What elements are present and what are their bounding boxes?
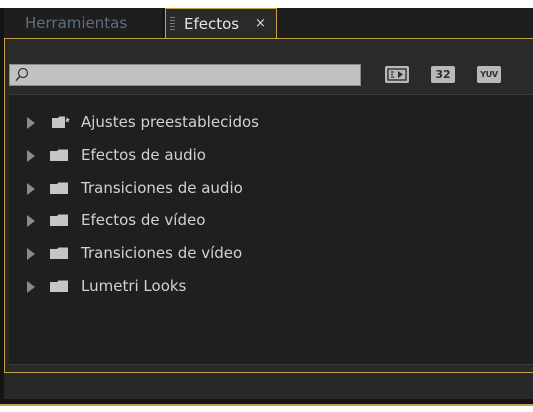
effects-tree: Ajustes preestablecidos Efectos de audio… [9,94,533,365]
32bit-color-button[interactable]: 32 [431,66,455,83]
tab-herramientas[interactable]: Herramientas [4,8,164,38]
panel-bottom-bar [4,372,533,399]
search-field[interactable] [9,64,361,86]
tab-efectos[interactable]: Efectos × [165,8,277,38]
tree-item-label: Efectos de vídeo [81,211,206,229]
tree-item-transiciones-de-video[interactable]: Transiciones de vídeo [9,240,533,266]
tab-herramientas-label: Herramientas [25,14,128,32]
folder-icon [50,280,68,292]
accelerated-effects-icon [387,68,407,81]
preset-folder-icon [52,116,70,128]
close-icon[interactable]: × [255,9,266,39]
expand-triangle-icon[interactable] [27,281,35,293]
tree-item-lumetri-looks[interactable]: Lumetri Looks [9,273,533,299]
32bit-label: 32 [435,68,451,81]
tree-item-ajustes-preestablecidos[interactable]: Ajustes preestablecidos [9,109,533,135]
folder-icon [50,247,68,259]
search-input[interactable] [32,66,352,84]
tree-item-transiciones-de-audio[interactable]: Transiciones de audio [9,175,533,201]
expand-triangle-icon[interactable] [27,215,35,227]
tab-efectos-label: Efectos [184,15,240,33]
folder-icon [50,214,68,226]
accelerated-effects-button[interactable] [385,66,409,83]
tree-item-efectos-de-audio[interactable]: Efectos de audio [9,142,533,168]
tab-grip-icon[interactable] [170,17,175,31]
yuv-label: YUV [480,70,498,79]
yuv-effects-button[interactable]: YUV [477,66,501,83]
tree-item-label: Lumetri Looks [81,277,187,295]
search-icon [15,67,29,82]
screenshot-root: Herramientas Efectos × 32 YUV Ajustes pr… [0,0,533,412]
tree-item-label: Efectos de audio [81,146,206,164]
tree-item-label: Transiciones de audio [81,179,243,197]
folder-icon [50,149,68,161]
panel-tab-bar: Herramientas Efectos × [4,8,533,38]
expand-triangle-icon[interactable] [27,150,35,162]
folder-icon [50,182,68,194]
expand-triangle-icon[interactable] [27,248,35,260]
tree-item-label: Transiciones de vídeo [81,244,243,262]
effects-panel-content: 32 YUV Ajustes preestablecidos Efectos d… [4,38,533,398]
panel-bottom-border [0,404,533,406]
expand-triangle-icon[interactable] [27,183,35,195]
tree-item-efectos-de-video[interactable]: Efectos de vídeo [9,207,533,233]
tree-item-label: Ajustes preestablecidos [81,113,259,131]
expand-triangle-icon[interactable] [27,117,35,129]
